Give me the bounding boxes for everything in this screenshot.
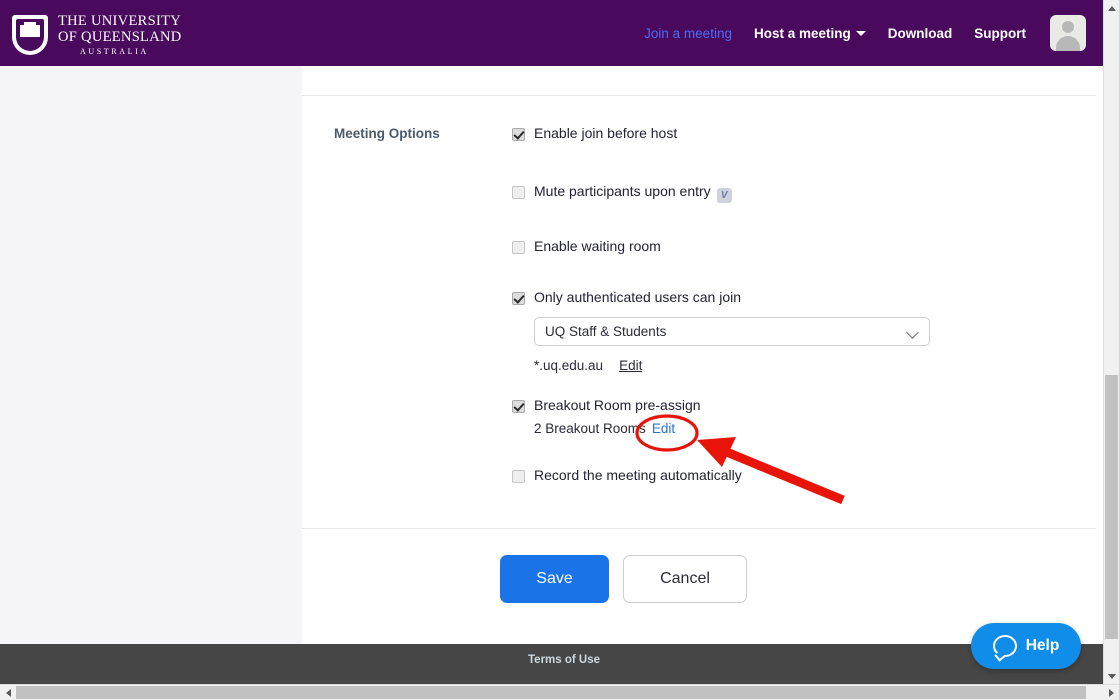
nav-host-label: Host a meeting	[753, 25, 851, 41]
site-footer: Terms of Use	[0, 644, 1104, 684]
triangle-right-icon	[1108, 688, 1114, 697]
help-button-label: Help	[1025, 637, 1060, 654]
checkbox-enable-waiting-room[interactable]	[512, 241, 525, 254]
label-record-automatically: Record the meeting automatically	[534, 467, 742, 483]
section-divider-top	[302, 95, 1096, 96]
option-record-automatically[interactable]: Record the meeting automatically	[512, 468, 1072, 483]
option-breakout-room-preassign[interactable]: Breakout Room pre-assign	[512, 398, 1072, 413]
main-nav: Join a meeting Host a meeting Download S…	[644, 0, 1104, 66]
section-divider-bottom	[302, 528, 1096, 529]
option-enable-waiting-room[interactable]: Enable waiting room	[512, 239, 1072, 254]
meeting-options-label: Meeting Options	[334, 126, 440, 141]
chevron-down-icon	[906, 326, 919, 339]
logo-line-1: THE UNIVERSITY	[58, 13, 182, 29]
horizontal-scrollbar-thumb[interactable]	[16, 686, 1086, 699]
checkbox-record-automatically[interactable]	[512, 470, 525, 483]
triangle-down-icon	[1107, 673, 1116, 679]
scroll-up-arrow[interactable]	[1104, 0, 1119, 16]
site-header: THE UNIVERSITY OF QUEENSLAND AUSTRALIA J…	[0, 0, 1104, 66]
checkbox-enable-join-before-host[interactable]	[512, 128, 525, 141]
scroll-right-arrow[interactable]	[1103, 685, 1119, 700]
auth-domain-select-value: UQ Staff & Students	[545, 324, 667, 339]
auth-domain-edit-link[interactable]: Edit	[619, 358, 642, 373]
breakout-room-row: 2 Breakout Rooms Edit	[534, 421, 1072, 436]
form-actions: Save Cancel	[500, 555, 747, 603]
logo-line-3: AUSTRALIA	[80, 47, 149, 57]
label-only-authenticated-users: Only authenticated users can join	[534, 289, 742, 305]
label-mute-participants: Mute participants upon entry V	[534, 184, 732, 203]
option-only-authenticated-users[interactable]: Only authenticated users can join	[512, 290, 1072, 305]
checkbox-breakout-room-preassign[interactable]	[512, 400, 525, 413]
breakout-room-count: 2 Breakout Rooms	[534, 421, 646, 436]
triangle-up-icon	[1107, 5, 1116, 11]
terms-of-use-link[interactable]: Terms of Use	[528, 654, 600, 666]
meeting-settings-form: Meeting Options Enable join before host …	[302, 66, 1096, 644]
option-mute-participants[interactable]: Mute participants upon entry V	[512, 184, 1072, 203]
label-breakout-room-preassign: Breakout Room pre-assign	[534, 397, 701, 413]
label-mute-participants-text: Mute participants upon entry	[534, 183, 711, 199]
breakout-room-edit-link[interactable]: Edit	[652, 421, 675, 436]
option-enable-join-before-host[interactable]: Enable join before host	[512, 126, 1072, 141]
chevron-down-icon	[855, 31, 866, 37]
uq-logo[interactable]: THE UNIVERSITY OF QUEENSLAND AUSTRALIA	[12, 13, 182, 57]
scroll-left-arrow[interactable]	[0, 685, 16, 700]
info-icon[interactable]: V	[716, 188, 732, 203]
triangle-left-icon	[5, 688, 11, 697]
vertical-scrollbar[interactable]	[1103, 0, 1119, 684]
nav-host-a-meeting[interactable]: Host a meeting	[754, 26, 866, 41]
nav-join-a-meeting[interactable]: Join a meeting	[644, 26, 732, 41]
checkbox-only-authenticated-users[interactable]	[512, 292, 525, 305]
logo-line-2: OF QUEENSLAND	[58, 28, 182, 45]
nav-download[interactable]: Download	[888, 26, 953, 41]
vertical-scrollbar-thumb[interactable]	[1105, 375, 1118, 639]
page-sidebar	[0, 66, 302, 644]
chat-bubble-icon	[992, 635, 1017, 657]
checkbox-mute-participants[interactable]	[512, 186, 525, 199]
uq-crest-icon	[12, 15, 48, 56]
label-enable-waiting-room: Enable waiting room	[534, 238, 661, 254]
save-button[interactable]: Save	[500, 555, 609, 603]
help-button[interactable]: Help	[971, 623, 1081, 669]
horizontal-scrollbar[interactable]	[0, 684, 1119, 700]
browser-viewport: THE UNIVERSITY OF QUEENSLAND AUSTRALIA J…	[0, 0, 1119, 700]
meeting-options-list: Enable join before host Mute participant…	[512, 126, 1072, 483]
scroll-down-arrow[interactable]	[1104, 668, 1119, 684]
auth-domain-select[interactable]: UQ Staff & Students	[534, 317, 930, 346]
auth-domain-text: *.uq.edu.au	[534, 358, 604, 373]
avatar[interactable]	[1050, 15, 1086, 51]
nav-support[interactable]: Support	[974, 26, 1026, 41]
uq-logo-text: THE UNIVERSITY OF QUEENSLAND AUSTRALIA	[58, 13, 182, 57]
cancel-button[interactable]: Cancel	[623, 555, 747, 603]
label-enable-join-before-host: Enable join before host	[534, 125, 678, 141]
auth-domain-row: *.uq.edu.au Edit	[534, 358, 1072, 373]
